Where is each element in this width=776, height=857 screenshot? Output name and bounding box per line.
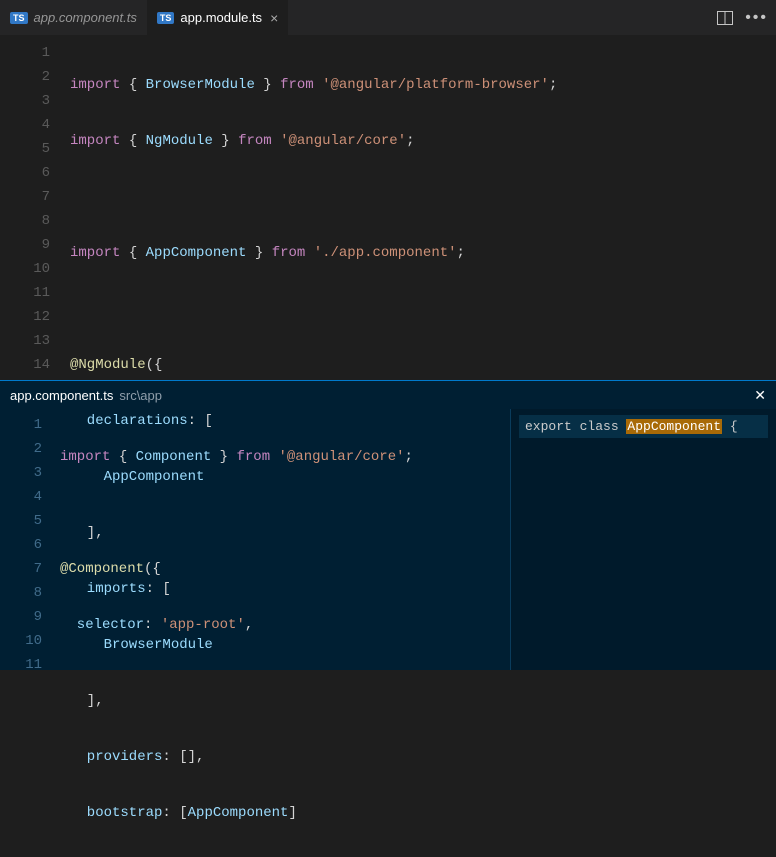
editor-tabs-bar: TS app.component.ts TS app.module.ts × •…: [0, 0, 776, 35]
main-editor[interactable]: 1 2 3 4 5 6 7 8 9 10 11 12 13 14 import …: [0, 35, 776, 380]
more-actions-icon[interactable]: •••: [745, 9, 768, 27]
ts-lang-badge: TS: [10, 12, 28, 24]
tab-label: app.component.ts: [34, 10, 137, 25]
code-content[interactable]: import { BrowserModule } from '@angular/…: [70, 35, 776, 380]
tab-app-module[interactable]: TS app.module.ts ×: [147, 0, 288, 35]
tabs-actions: •••: [717, 9, 776, 27]
line-gutter: 1 2 3 4 5 6 7 8 9 10 11 12 13 14: [0, 35, 70, 380]
peek-gutter: 1 2 3 4 5 6 7 8 9 10 11: [0, 409, 60, 670]
split-editor-icon[interactable]: [717, 11, 733, 25]
tab-app-component[interactable]: TS app.component.ts: [0, 0, 147, 35]
close-tab-icon[interactable]: ×: [270, 11, 278, 25]
ts-lang-badge: TS: [157, 12, 175, 24]
tab-label: app.module.ts: [180, 10, 262, 25]
